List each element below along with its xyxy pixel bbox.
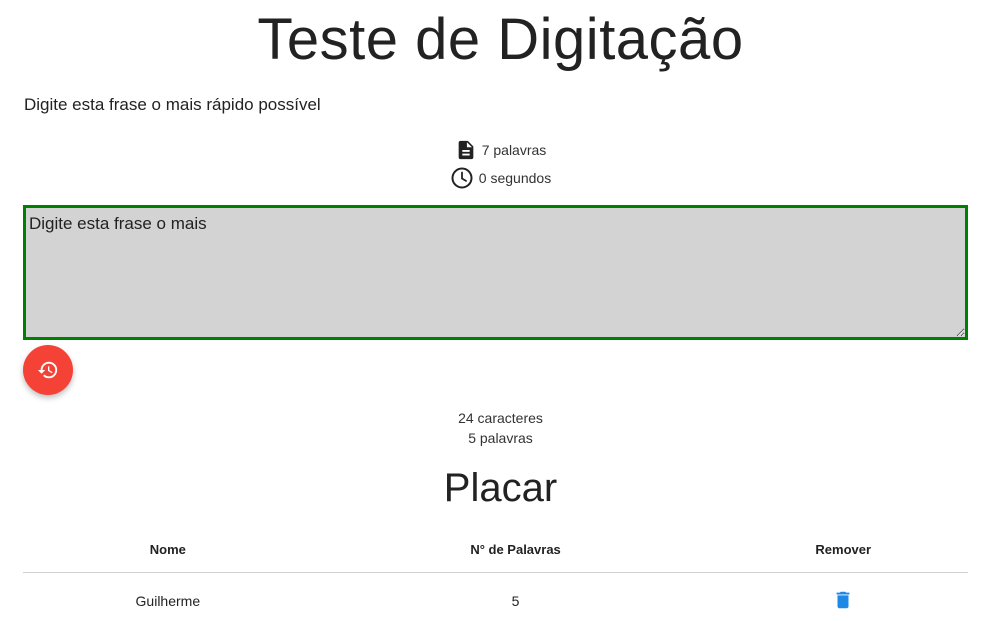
restore-history-icon xyxy=(37,359,59,381)
clock-icon xyxy=(450,166,474,190)
time-label: 0 segundos xyxy=(478,170,552,186)
column-header-name: Nome xyxy=(23,528,313,573)
scoreboard-table: Nome N° de Palavras Remover Guilherme 5 xyxy=(23,528,968,621)
reset-button[interactable] xyxy=(23,345,73,395)
words-counter: 5 palavras xyxy=(468,430,533,446)
time-info: 0 segundos xyxy=(0,166,1001,190)
player-name: Guilherme xyxy=(135,593,201,610)
table-row: Guilherme 5 xyxy=(23,572,968,621)
table-header-row: Nome N° de Palavras Remover xyxy=(23,528,968,573)
document-icon xyxy=(455,138,477,162)
word-count-label: 7 palavras xyxy=(481,142,547,158)
column-header-words: N° de Palavras xyxy=(312,528,719,573)
target-phrase: Digite esta frase o mais rápido possível xyxy=(24,95,321,114)
remove-cell xyxy=(718,572,968,621)
column-header-remove: Remover xyxy=(718,528,968,573)
page-title: Teste de Digitação xyxy=(257,7,744,72)
word-count-info: 7 palavras xyxy=(0,138,1001,162)
scoreboard-title: Placar xyxy=(443,466,558,510)
characters-counter: 24 caracteres xyxy=(458,410,543,426)
player-words: 5 xyxy=(511,593,520,610)
typing-input[interactable] xyxy=(23,205,968,340)
trash-icon[interactable] xyxy=(832,587,854,613)
